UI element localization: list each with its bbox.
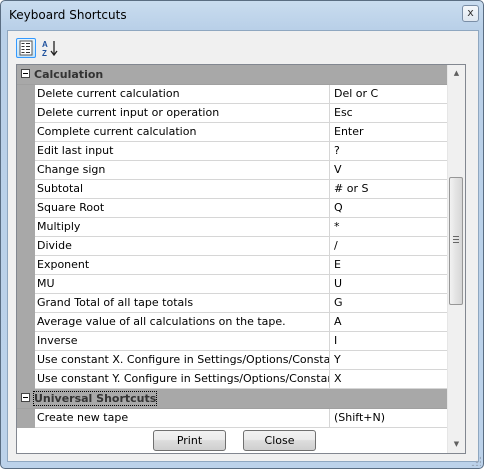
row-margin bbox=[17, 370, 35, 389]
shortcut-row[interactable]: Square Root Q bbox=[17, 199, 448, 218]
row-margin bbox=[17, 294, 35, 313]
shortcut-key[interactable]: Q bbox=[330, 199, 448, 218]
shortcut-key[interactable]: / bbox=[330, 237, 448, 256]
shortcut-row[interactable]: Use constant X. Configure in Settings/Op… bbox=[17, 351, 448, 370]
shortcut-name: Use constant X. Configure in Settings/Op… bbox=[35, 351, 330, 370]
shortcut-name: Change sign bbox=[35, 161, 330, 180]
dialog-client-area: A Z Calculation Delete current calculatio… bbox=[7, 30, 479, 462]
scroll-down-arrow-icon[interactable]: ▼ bbox=[448, 436, 465, 453]
row-margin bbox=[17, 313, 35, 332]
scrollbar-thumb[interactable] bbox=[449, 177, 463, 305]
shortcut-key[interactable]: A bbox=[330, 313, 448, 332]
scroll-up-arrow-icon[interactable]: ▲ bbox=[448, 65, 465, 82]
shortcut-key[interactable]: U bbox=[330, 275, 448, 294]
shortcut-name: Divide bbox=[35, 237, 330, 256]
close-icon: x bbox=[467, 6, 474, 19]
keyboard-shortcuts-window: Keyboard Shortcuts x A Z Calculation Del… bbox=[0, 0, 484, 469]
shortcut-name: Use constant Y. Configure in Settings/Op… bbox=[35, 370, 330, 389]
shortcut-key[interactable]: G bbox=[330, 294, 448, 313]
svg-text:A: A bbox=[42, 40, 48, 49]
shortcut-name: Delete current calculation bbox=[35, 85, 330, 104]
shortcut-key[interactable]: * bbox=[330, 218, 448, 237]
category-header[interactable]: Calculation bbox=[17, 65, 448, 85]
scrollbar-grip-icon bbox=[453, 236, 459, 243]
shortcut-name: Create new tape bbox=[35, 409, 330, 428]
shortcut-row[interactable]: Delete current calculation Del or C bbox=[17, 85, 448, 104]
row-margin bbox=[17, 332, 35, 351]
shortcut-name: Inverse bbox=[35, 332, 330, 351]
shortcut-name: MU bbox=[35, 275, 330, 294]
shortcut-row[interactable]: Inverse I bbox=[17, 332, 448, 351]
shortcut-name: Delete current input or operation bbox=[35, 104, 330, 123]
row-margin bbox=[17, 237, 35, 256]
row-margin bbox=[17, 256, 35, 275]
shortcuts-property-grid[interactable]: Calculation Delete current calculation Del… bbox=[16, 64, 466, 454]
shortcut-name: Square Root bbox=[35, 199, 330, 218]
row-margin bbox=[17, 161, 35, 180]
shortcut-key[interactable]: ? bbox=[330, 142, 448, 161]
shortcut-name: Grand Total of all tape totals bbox=[35, 294, 330, 313]
categorized-view-icon bbox=[19, 40, 33, 56]
row-margin bbox=[17, 85, 35, 104]
row-margin bbox=[17, 409, 35, 428]
shortcut-key[interactable]: Y bbox=[330, 351, 448, 370]
row-margin bbox=[17, 218, 35, 237]
shortcut-key[interactable]: E bbox=[330, 256, 448, 275]
collapse-icon[interactable] bbox=[21, 393, 30, 402]
svg-text:Z: Z bbox=[42, 49, 47, 58]
row-margin bbox=[17, 180, 35, 199]
window-title: Keyboard Shortcuts bbox=[9, 8, 127, 22]
shortcut-row[interactable]: Multiply * bbox=[17, 218, 448, 237]
window-close-button[interactable]: x bbox=[462, 5, 479, 22]
shortcut-row[interactable]: MU U bbox=[17, 275, 448, 294]
shortcut-row[interactable]: Exponent E bbox=[17, 256, 448, 275]
category-header[interactable]: Universal Shortcuts bbox=[17, 389, 448, 409]
category-label: Calculation bbox=[34, 68, 104, 81]
shortcut-key[interactable]: Enter bbox=[330, 123, 448, 142]
sort-az-icon: A Z bbox=[42, 40, 58, 58]
shortcut-row[interactable]: Use constant Y. Configure in Settings/Op… bbox=[17, 370, 448, 389]
row-margin bbox=[17, 123, 35, 142]
shortcut-name: Multiply bbox=[35, 218, 330, 237]
shortcut-row[interactable]: Create new tape (Shift+N) bbox=[17, 409, 448, 428]
property-grid-toolbar: A Z bbox=[8, 31, 478, 61]
shortcut-key[interactable]: X bbox=[330, 370, 448, 389]
alphabetical-sort-button[interactable]: A Z bbox=[40, 38, 60, 58]
shortcut-name: Average value of all calculations on the… bbox=[35, 313, 330, 332]
row-margin bbox=[17, 142, 35, 161]
shortcut-name: Complete current calculation bbox=[35, 123, 330, 142]
close-button[interactable]: Close bbox=[243, 430, 316, 451]
shortcut-row[interactable]: Edit last input? bbox=[17, 142, 448, 161]
print-button[interactable]: Print bbox=[153, 430, 226, 451]
collapse-icon[interactable] bbox=[21, 69, 30, 78]
shortcut-name: Edit last input bbox=[35, 142, 330, 161]
vertical-scrollbar[interactable]: ▲ ▼ bbox=[447, 65, 465, 453]
shortcut-row[interactable]: Divide / bbox=[17, 237, 448, 256]
row-margin bbox=[17, 104, 35, 123]
row-margin bbox=[17, 351, 35, 370]
shortcut-key[interactable]: (Shift+N) bbox=[330, 409, 448, 428]
shortcut-name: Exponent bbox=[35, 256, 330, 275]
category-label: Universal Shortcuts bbox=[32, 391, 158, 406]
shortcut-key[interactable]: I bbox=[330, 332, 448, 351]
shortcut-row[interactable]: Average value of all calculations on the… bbox=[17, 313, 448, 332]
shortcut-key[interactable]: Esc bbox=[330, 104, 448, 123]
shortcut-row[interactable]: Subtotal # or S bbox=[17, 180, 448, 199]
shortcut-row[interactable]: Change sign V bbox=[17, 161, 448, 180]
shortcut-key[interactable]: Del or C bbox=[330, 85, 448, 104]
shortcut-name: Subtotal bbox=[35, 180, 330, 199]
shortcut-key[interactable]: V bbox=[330, 161, 448, 180]
shortcut-key[interactable]: # or S bbox=[330, 180, 448, 199]
shortcut-row[interactable]: Delete current input or operation Esc bbox=[17, 104, 448, 123]
shortcut-row[interactable]: Grand Total of all tape totals G bbox=[17, 294, 448, 313]
shortcut-row[interactable]: Complete current calculation Enter bbox=[17, 123, 448, 142]
row-margin bbox=[17, 199, 35, 218]
title-bar[interactable]: Keyboard Shortcuts x bbox=[1, 1, 483, 31]
grid-rows: Calculation Delete current calculation Del… bbox=[17, 65, 448, 428]
row-margin bbox=[17, 275, 35, 294]
categorized-view-button[interactable] bbox=[16, 38, 36, 58]
